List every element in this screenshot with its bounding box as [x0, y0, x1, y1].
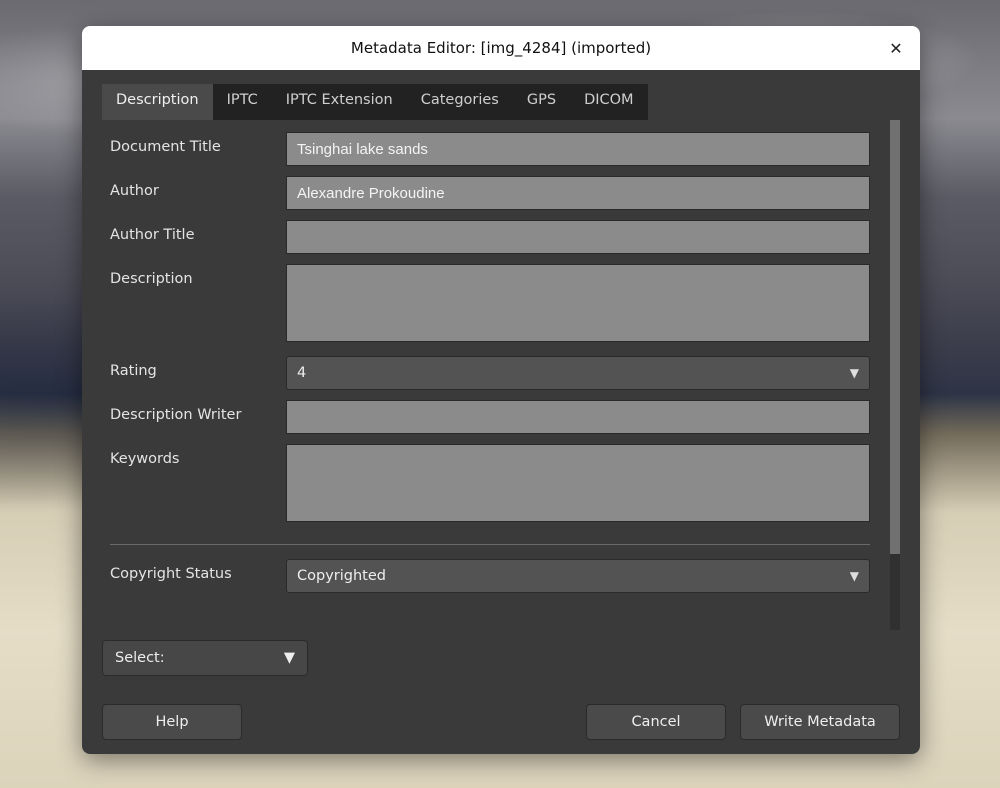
row-description: Description	[110, 264, 870, 346]
label-author-title: Author Title	[110, 220, 286, 243]
label-keywords: Keywords	[110, 444, 286, 467]
label-author: Author	[110, 176, 286, 199]
help-button[interactable]: Help	[102, 704, 242, 740]
chevron-down-icon: ▼	[850, 569, 859, 583]
label-description-writer: Description Writer	[110, 400, 286, 423]
row-document-title: Document Title	[110, 132, 870, 166]
dialog-buttons: Help Cancel Write Metadata	[102, 676, 900, 740]
vertical-scrollbar[interactable]	[890, 120, 900, 630]
label-document-title: Document Title	[110, 132, 286, 155]
row-author: Author	[110, 176, 870, 210]
form-scroll: Document Title Author Author Title	[102, 120, 888, 630]
spacer	[256, 704, 572, 740]
metadata-editor-dialog: Metadata Editor: [img_4284] (imported) ✕…	[82, 26, 920, 754]
chevron-down-icon: ▼	[284, 650, 295, 666]
tab-iptc-extension[interactable]: IPTC Extension	[272, 84, 407, 120]
write-metadata-button[interactable]: Write Metadata	[740, 704, 900, 740]
dialog-body: Description IPTC IPTC Extension Categori…	[82, 70, 920, 754]
label-copyright-status: Copyright Status	[110, 559, 286, 582]
bottom-select-row: Select: ▼	[102, 640, 900, 676]
select-rating[interactable]: 4 ▼	[286, 356, 870, 390]
titlebar: Metadata Editor: [img_4284] (imported) ✕	[82, 26, 920, 70]
select-copyright-status[interactable]: Copyrighted ▼	[286, 559, 870, 593]
form-area: Document Title Author Author Title	[102, 120, 900, 630]
input-author-title[interactable]	[286, 220, 870, 254]
select-copyright-status-value: Copyrighted	[297, 568, 386, 584]
input-description[interactable]	[286, 264, 870, 342]
row-copyright-status: Copyright Status Copyrighted ▼	[110, 559, 870, 593]
close-icon: ✕	[889, 39, 902, 58]
tab-categories[interactable]: Categories	[407, 84, 513, 120]
row-author-title: Author Title	[110, 220, 870, 254]
tab-iptc[interactable]: IPTC	[213, 84, 272, 120]
input-description-writer[interactable]	[286, 400, 870, 434]
tab-description[interactable]: Description	[102, 84, 213, 120]
title-text: Metadata Editor: [img_4284] (imported)	[351, 39, 651, 57]
input-document-title[interactable]	[286, 132, 870, 166]
scrollbar-thumb[interactable]	[890, 120, 900, 554]
input-keywords[interactable]	[286, 444, 870, 522]
select-preset[interactable]: Select: ▼	[102, 640, 308, 676]
tab-bar: Description IPTC IPTC Extension Categori…	[102, 84, 900, 120]
cancel-button[interactable]: Cancel	[586, 704, 726, 740]
label-rating: Rating	[110, 356, 286, 379]
tab-dicom[interactable]: DICOM	[570, 84, 648, 120]
row-description-writer: Description Writer	[110, 400, 870, 434]
chevron-down-icon: ▼	[850, 366, 859, 380]
select-rating-value: 4	[297, 365, 306, 381]
row-keywords: Keywords	[110, 444, 870, 526]
close-button[interactable]: ✕	[880, 26, 912, 70]
input-author[interactable]	[286, 176, 870, 210]
label-description: Description	[110, 264, 286, 287]
row-rating: Rating 4 ▼	[110, 356, 870, 390]
select-preset-label: Select:	[115, 650, 165, 666]
separator	[110, 544, 870, 545]
tab-gps[interactable]: GPS	[513, 84, 570, 120]
